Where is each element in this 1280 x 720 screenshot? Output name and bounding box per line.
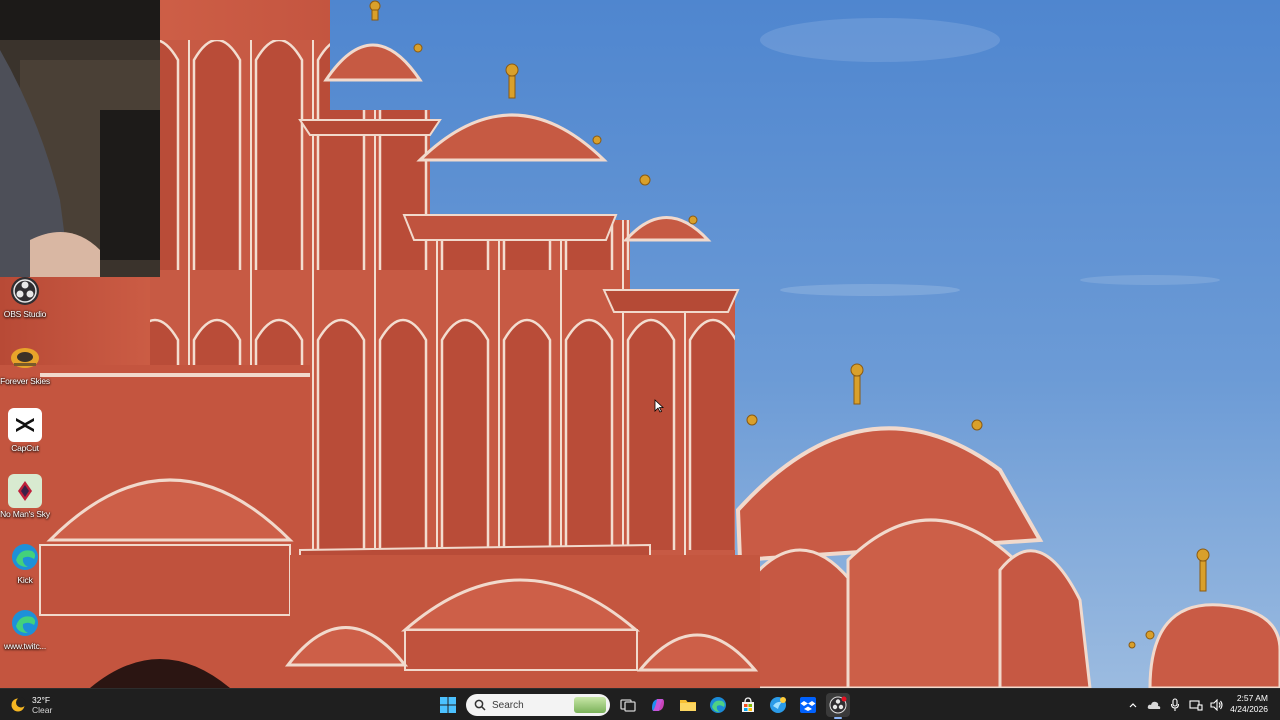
desktop-icon-capcut[interactable]: CapCut: [0, 406, 50, 468]
edge-shortcut-icon: [8, 606, 42, 640]
desktop-icon-label: CapCut: [11, 443, 39, 453]
store-icon: [742, 697, 754, 712]
onedrive-icon[interactable]: [1147, 698, 1161, 712]
start-button[interactable]: [436, 693, 460, 717]
search-highlight-icon: [574, 697, 606, 713]
edge-icon: [710, 697, 726, 713]
desktop-icon-no-mans-sky[interactable]: No Man's Sky: [0, 472, 50, 534]
desktop-icon-label: No Man's Sky: [0, 509, 50, 519]
edge-button[interactable]: [706, 693, 730, 717]
file-explorer-button[interactable]: [676, 693, 700, 717]
app-icon: [770, 697, 786, 713]
hawa-mahal-wallpaper: [0, 0, 1280, 688]
search-placeholder: Search: [492, 699, 524, 711]
clock-time: 2:57 AM: [1236, 693, 1268, 703]
task-view-icon: [620, 699, 636, 712]
system-tray: [1126, 693, 1224, 717]
desktop-icon-label: Forever Skies: [0, 376, 50, 386]
desktop-icon-kick[interactable]: Kick: [0, 538, 50, 600]
desktop-icon-label: www.twitc...: [4, 641, 46, 651]
weather-condition: Clear: [32, 705, 53, 715]
desktop-icon-forever-skies[interactable]: Forever Skies: [0, 339, 50, 401]
forever-skies-icon: [8, 341, 42, 375]
network-icon[interactable]: [1189, 698, 1203, 712]
edge-shortcut-icon: [8, 540, 42, 574]
dropbox-button[interactable]: [796, 693, 820, 717]
taskbar-search-box[interactable]: Search: [466, 694, 610, 716]
moon-weather-icon: [11, 697, 26, 712]
mouse-cursor-icon: [654, 399, 664, 413]
desktop-icon-obs-studio[interactable]: OBS Studio: [0, 272, 50, 334]
dropbox-icon: [800, 697, 816, 713]
webcam-overlay: [0, 0, 160, 277]
weather-widget[interactable]: 32°F Clear: [10, 693, 52, 717]
webcam-feed: [0, 0, 160, 277]
copilot-button[interactable]: [646, 693, 670, 717]
clock-date: 4/24/2026: [1230, 704, 1268, 714]
taskbar-clock[interactable]: 2:57 AM 4/24/2026: [1230, 693, 1268, 715]
microphone-icon[interactable]: [1168, 698, 1182, 712]
obs-icon: [829, 696, 847, 714]
desktop-icon-label: Kick: [17, 575, 33, 585]
windows-icon: [440, 697, 456, 713]
copilot-icon: [652, 699, 664, 711]
capcut-icon: [8, 408, 42, 442]
search-icon: [474, 699, 486, 711]
desktop-wallpaper: [0, 0, 1280, 688]
task-view-button[interactable]: [616, 693, 640, 717]
taskbar-apps: Search: [436, 692, 850, 719]
obs-taskbar-button[interactable]: [826, 693, 850, 719]
app-button[interactable]: [766, 693, 790, 717]
desktop-icon-twitch[interactable]: www.twitc...: [0, 604, 50, 666]
obs-icon: [8, 274, 42, 308]
weather-temperature: 32°F: [32, 695, 51, 705]
taskbar: 32°F Clear Search 2:57 AM 4/24/2026: [0, 688, 1280, 720]
no-mans-sky-icon: [8, 474, 42, 508]
folder-icon: [680, 700, 696, 711]
desktop-icon-label: OBS Studio: [3, 309, 47, 319]
store-button[interactable]: [736, 693, 760, 717]
volume-icon[interactable]: [1210, 698, 1224, 712]
chevron-up-icon[interactable]: [1126, 698, 1140, 712]
